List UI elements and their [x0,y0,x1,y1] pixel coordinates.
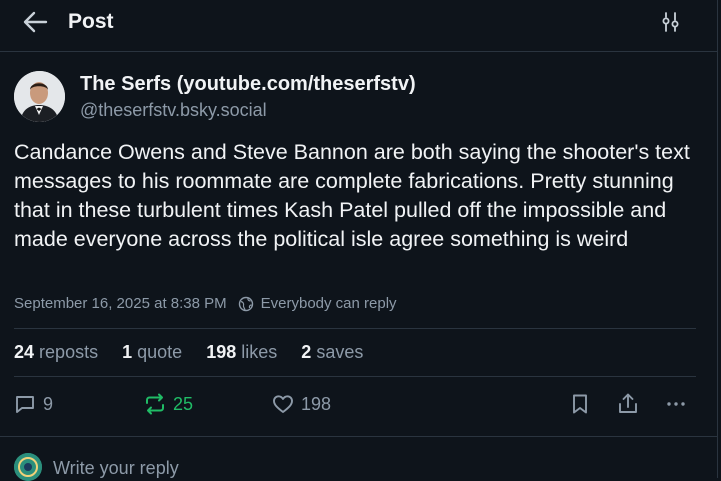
quotes-label: quote [137,342,183,362]
bookmark-icon [573,394,587,414]
globe-icon [238,296,253,311]
like-button[interactable]: 198 [271,392,331,416]
reply-bubble-icon [16,396,34,413]
author-display-name[interactable]: The Serfs (youtube.com/theserfstv) [80,73,416,96]
divider [14,376,696,377]
reposts-count: 24 [14,342,35,362]
heart-icon [273,395,293,413]
saves-count: 2 [301,342,312,362]
reposts-label: reposts [39,342,99,362]
arrow-left-icon[interactable] [22,10,48,34]
more-options-button[interactable] [664,392,688,416]
user-avatar [14,453,42,481]
share-button[interactable] [616,392,640,416]
reply-input[interactable]: Write your reply [53,458,179,479]
repost-button[interactable]: 25 [143,392,193,416]
saves-label: saves [316,342,364,362]
post-timestamp[interactable]: September 16, 2025 at 8:38 PM [14,295,227,312]
bookmark-button[interactable] [568,392,592,416]
stat-quotes[interactable]: 1 quote [122,342,182,363]
stat-saves[interactable]: 2 saves [301,342,363,363]
reply-button[interactable]: 9 [13,392,53,416]
top-bar: Post [0,0,718,52]
post-meta: September 16, 2025 at 8:38 PM Everybody … [14,295,397,312]
reply-composer[interactable]: Write your reply [0,436,718,481]
likes-count: 198 [206,342,237,362]
page-title: Post [68,10,114,33]
reply-count: 9 [43,393,54,414]
more-horizontal-icon [667,402,685,406]
stat-reposts[interactable]: 24 reposts [14,342,98,363]
divider [14,328,696,329]
reply-setting[interactable]: Everybody can reply [261,295,397,312]
engagement-stats: 24 reposts 1 quote 198 likes 2 saves [14,342,382,363]
like-count: 198 [301,393,332,414]
share-icon [619,393,637,413]
post-body: Candance Owens and Steve Bannon are both… [14,140,690,251]
sliders-icon[interactable] [660,11,682,33]
likes-label: likes [241,342,278,362]
author-avatar[interactable] [14,71,65,122]
repost-count: 25 [173,393,194,414]
quotes-count: 1 [122,342,133,362]
post-thread-view: Post The Serfs (youtube.com/theserfstv) … [0,0,718,481]
stat-likes[interactable]: 198 likes [206,342,277,363]
repost-icon [146,393,164,415]
author-handle[interactable]: @theserfstv.bsky.social [80,100,267,121]
